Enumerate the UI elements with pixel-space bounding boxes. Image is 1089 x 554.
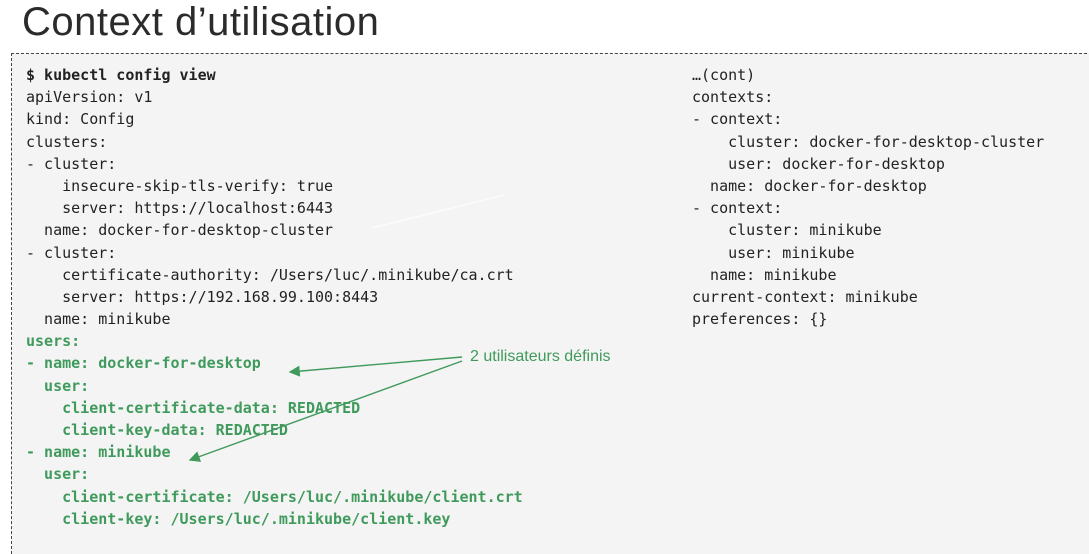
faded-arrow [371, 194, 506, 229]
annotation-arrows [188, 194, 506, 462]
arrow-to-minikube [188, 360, 463, 462]
users-annotation: 2 utilisateurs définis [470, 348, 611, 365]
